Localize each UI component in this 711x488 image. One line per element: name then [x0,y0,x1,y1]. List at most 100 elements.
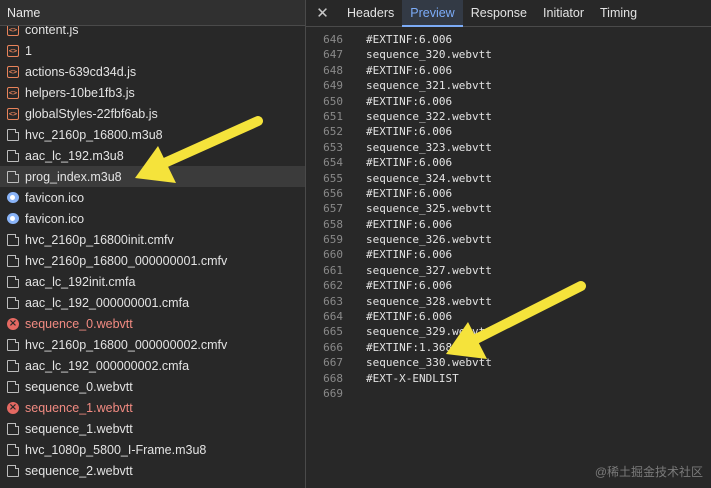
code-line: 662 #EXTINF:6.006 [306,278,711,293]
line-text: sequence_322.webvtt [366,109,492,123]
code-line: 664 #EXTINF:6.006 [306,309,711,324]
request-row[interactable]: sequence_0.webvtt [0,376,305,397]
request-name: aac_lc_192init.cmfa [25,274,136,289]
preview-code-view[interactable]: 646 #EXTINF:6.006 647 sequence_320.webvtt 64… [306,32,711,401]
request-row[interactable]: hvc_1080p_5800_I-Frame.m3u8 [0,439,305,460]
watermark: @稀土掘金技术社区 [594,465,703,479]
line-number: 647 [323,48,343,62]
request-row[interactable]: hvc_2160p_16800init.cmfv [0,229,305,250]
code-line: 669 [306,386,711,401]
request-row[interactable]: <> actions-639cd34d.js [0,61,305,82]
request-name: favicon.ico [25,211,85,226]
request-row[interactable]: × sequence_1.webvtt [0,397,305,418]
code-line: 651 sequence_322.webvtt [306,109,711,124]
line-text: sequence_329.webvtt [366,325,492,339]
line-number: 651 [323,109,343,123]
line-number: 655 [323,171,343,185]
request-list-panel: Name <> content.js <> 1 <> actions-639cd34d.j… [0,0,306,488]
line-number: 648 [323,63,343,77]
request-row[interactable]: × sequence_0.webvtt [0,313,305,334]
tab-headers[interactable]: Headers [339,0,402,26]
request-row[interactable]: sequence_1.webvtt [0,418,305,439]
tab-timing[interactable]: Timing [592,0,645,26]
request-name: aac_lc_192_000000001.cmfa [25,295,190,310]
code-line: 665 sequence_329.webvtt [306,324,711,339]
request-detail-panel: ✕ Headers Preview Response Initiator Tim… [306,0,711,488]
code-line: 649 sequence_321.webvtt [306,78,711,93]
code-line: 658 #EXTINF:6.006 [306,217,711,232]
request-row[interactable]: aac_lc_192.m3u8 [0,145,305,166]
request-row[interactable]: <> globalStyles-22fbf6ab.js [0,103,305,124]
document-file-icon [7,128,19,141]
line-text: #EXTINF:6.006 [366,279,453,293]
code-line: 647 sequence_320.webvtt [306,47,711,62]
request-name: hvc_2160p_16800init.cmfv [25,232,174,247]
request-row[interactable]: aac_lc_192init.cmfa [0,271,305,292]
code-line: 659 sequence_326.webvtt [306,232,711,247]
document-file-icon [7,233,19,246]
script-file-icon: <> [7,44,19,57]
line-text [343,386,366,401]
line-number: 669 [323,386,343,400]
line-number: 663 [323,294,343,308]
code-line: 657 sequence_325.webvtt [306,201,711,216]
document-file-icon [7,170,19,183]
line-number: 665 [323,325,343,339]
request-row[interactable]: aac_lc_192_000000002.cmfa [0,355,305,376]
request-row[interactable]: favicon.ico [0,187,305,208]
line-number: 649 [323,79,343,93]
document-file-icon [7,296,19,309]
request-name: globalStyles-22fbf6ab.js [25,106,158,121]
line-text: #EXTINF:6.006 [366,248,453,262]
code-line: 663 sequence_328.webvtt [306,294,711,309]
document-file-icon [7,254,19,267]
line-text: sequence_328.webvtt [366,294,492,308]
request-name: sequence_0.webvtt [25,316,133,331]
tab-response[interactable]: Response [463,0,535,26]
request-row[interactable]: <> 1 [0,40,305,61]
line-number: 668 [323,371,343,385]
line-text: sequence_326.webvtt [366,233,492,247]
request-row[interactable]: sequence_2.webvtt [0,460,305,481]
document-file-icon [7,338,19,351]
request-row[interactable]: aac_lc_192_000000001.cmfa [0,292,305,313]
line-text: #EXT-X-ENDLIST [366,371,459,385]
line-number: 660 [323,248,343,262]
script-file-icon: <> [7,65,19,78]
line-number: 652 [323,125,343,139]
code-line: 654 #EXTINF:6.006 [306,155,711,170]
line-text: #EXTINF:6.006 [366,217,453,231]
tab-preview[interactable]: Preview [402,0,464,27]
line-text: sequence_324.webvtt [366,171,492,185]
request-row[interactable]: hvc_2160p_16800.m3u8 [0,124,305,145]
line-number: 664 [323,310,343,324]
request-name: favicon.ico [25,190,85,205]
error-icon: × [7,401,19,414]
document-file-icon [7,275,19,288]
tab-initiator[interactable]: Initiator [535,0,592,26]
code-line: 667 sequence_330.webvtt [306,355,711,370]
document-file-icon [7,422,19,435]
request-name: 1 [25,43,32,58]
line-text: #EXTINF:6.006 [366,186,453,200]
request-name: actions-639cd34d.js [25,64,137,79]
name-column-header[interactable]: Name [0,0,305,26]
request-row[interactable]: hvc_2160p_16800_000000002.cmfv [0,334,305,355]
line-number: 658 [323,217,343,231]
request-name: sequence_1.webvtt [25,421,133,436]
code-line: 648 #EXTINF:6.006 [306,63,711,78]
image-file-icon [7,192,19,203]
request-row[interactable]: favicon.ico [0,208,305,229]
request-row[interactable]: <> helpers-10be1fb3.js [0,82,305,103]
code-line: 668 #EXT-X-ENDLIST [306,371,711,386]
code-line: 661 sequence_327.webvtt [306,263,711,278]
close-icon[interactable]: ✕ [306,0,339,26]
line-text: sequence_330.webvtt [366,356,492,370]
request-row[interactable]: hvc_2160p_16800_000000001.cmfv [0,250,305,271]
document-file-icon [7,149,19,162]
request-name: aac_lc_192.m3u8 [25,148,124,163]
line-text: #EXTINF:6.006 [366,94,453,108]
request-row[interactable]: prog_index.m3u8 [0,166,305,187]
request-name: sequence_0.webvtt [25,379,133,394]
line-text: #EXTINF:6.006 [366,63,453,77]
